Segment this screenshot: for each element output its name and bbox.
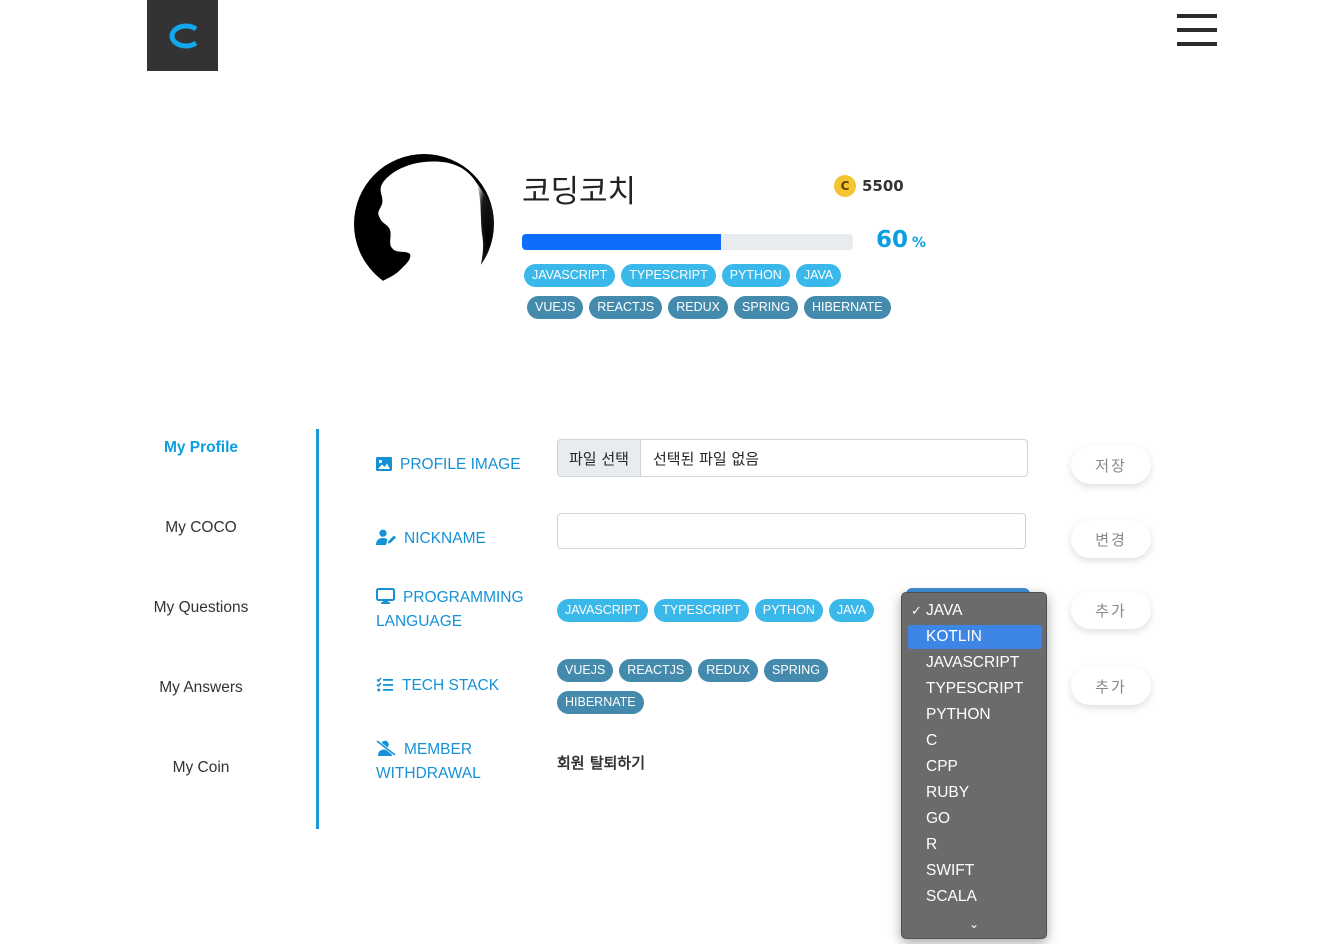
language-badge[interactable]: JAVASCRIPT	[557, 599, 649, 622]
choose-file-button[interactable]: 파일 선택	[558, 440, 641, 476]
checklist-icon	[376, 677, 393, 692]
tech-stack-label-text: TECH STACK	[402, 677, 500, 694]
tech-badges-row2: HIBERNATE	[557, 691, 644, 714]
tech-badge: VUEJS	[527, 296, 584, 319]
tech-badge[interactable]: REDUX	[698, 659, 759, 682]
language-badge[interactable]: PYTHON	[754, 599, 823, 622]
dropdown-option-kotlin[interactable]: KOTLIN	[908, 625, 1042, 649]
progress-fill	[522, 234, 721, 250]
profile-image-label-text: PROFILE IMAGE	[400, 456, 521, 473]
member-withdrawal-label: MEMBER WITHDRAWAL	[376, 738, 481, 786]
progress-bar	[522, 234, 853, 250]
save-image-button[interactable]: 저장	[1071, 446, 1151, 484]
logo-c-icon	[169, 23, 197, 48]
coin-icon: C	[834, 175, 856, 197]
scroll-down-chevron-icon[interactable]: ⌄	[902, 917, 1046, 931]
tech-stack-label: TECH STACK	[376, 674, 499, 698]
hamburger-menu-icon[interactable]	[1177, 14, 1217, 46]
nickname-label: NICKNAME	[376, 527, 486, 551]
tech-badge[interactable]: VUEJS	[557, 659, 614, 682]
dropdown-option-java[interactable]: ✓ JAVA	[908, 599, 1042, 623]
change-nickname-button[interactable]: 변경	[1071, 520, 1151, 558]
progress-unit: %	[912, 235, 927, 251]
profile-nickname: 코딩코치	[522, 174, 637, 210]
add-tech-button[interactable]: 추가	[1071, 667, 1151, 705]
add-language-button[interactable]: 추가	[1071, 591, 1151, 629]
tech-badge: REACTJS	[589, 296, 663, 319]
dropdown-option-swift[interactable]: SWIFT	[908, 859, 1042, 883]
language-badges: JAVASCRIPT TYPESCRIPT PYTHON JAVA	[557, 599, 875, 622]
language-dropdown-menu[interactable]: ✓ JAVA KOTLIN JAVASCRIPT TYPESCRIPT PYTHO…	[901, 592, 1047, 939]
progress-value: 60	[876, 227, 909, 253]
dropdown-option-c[interactable]: C	[908, 729, 1042, 753]
language-badge[interactable]: TYPESCRIPT	[654, 599, 749, 622]
dropdown-option-javascript[interactable]: JAVASCRIPT	[908, 651, 1042, 675]
programming-language-label-line1: PROGRAMMING	[403, 589, 524, 606]
language-badge: TYPESCRIPT	[621, 264, 716, 287]
member-withdrawal-label-line1: MEMBER	[404, 741, 473, 758]
withdraw-button[interactable]: 회원 탈퇴하기	[557, 752, 645, 773]
coin-balance: C 5500	[834, 175, 904, 197]
check-icon: ✓	[911, 603, 922, 618]
tech-badge: HIBERNATE	[803, 296, 891, 319]
language-badge: PYTHON	[721, 264, 790, 287]
language-badge[interactable]: JAVA	[828, 599, 875, 622]
member-withdrawal-label-line2: WITHDRAWAL	[376, 765, 481, 782]
nickname-input[interactable]	[557, 513, 1026, 549]
programming-language-label-line2: LANGUAGE	[376, 613, 463, 630]
tech-badge: SPRING	[734, 296, 798, 319]
avatar	[354, 154, 494, 294]
tech-badge[interactable]: HIBERNATE	[557, 691, 644, 714]
sidebar-divider	[316, 429, 319, 829]
image-icon	[375, 456, 393, 472]
language-badge: JAVA	[795, 264, 842, 287]
language-badge: JAVASCRIPT	[524, 264, 616, 287]
dropdown-option-r[interactable]: R	[908, 833, 1042, 857]
sidebar-item-my-coco[interactable]: My COCO	[140, 519, 262, 537]
progress-percent: 60%	[876, 227, 926, 253]
profile-page: 코딩코치 C 5500 60% JAVASCRIPT TYPESCRIPT PY…	[0, 0, 1334, 944]
dropdown-option-scala[interactable]: SCALA	[908, 885, 1042, 909]
tech-badge[interactable]: REACTJS	[619, 659, 693, 682]
dropdown-option-python[interactable]: PYTHON	[908, 703, 1042, 727]
dropdown-option-cpp[interactable]: CPP	[908, 755, 1042, 779]
profile-image-file-input[interactable]: 파일 선택 선택된 파일 없음	[557, 439, 1028, 477]
tech-badge[interactable]: SPRING	[764, 659, 828, 682]
sidebar-item-my-answers[interactable]: My Answers	[140, 679, 262, 697]
tech-badge: REDUX	[668, 296, 729, 319]
sidebar-item-my-questions[interactable]: My Questions	[140, 599, 262, 617]
dropdown-option-typescript[interactable]: TYPESCRIPT	[908, 677, 1042, 701]
profile-image-label: PROFILE IMAGE	[375, 453, 521, 477]
sidebar-item-my-profile[interactable]: My Profile	[140, 439, 262, 457]
coin-amount: 5500	[862, 177, 904, 195]
dropdown-option-ruby[interactable]: RUBY	[908, 781, 1042, 805]
header-language-badges: JAVASCRIPT TYPESCRIPT PYTHON JAVA	[524, 264, 842, 287]
nickname-label-text: NICKNAME	[404, 530, 486, 547]
dropdown-option-go[interactable]: GO	[908, 807, 1042, 831]
user-edit-icon	[376, 529, 396, 545]
programming-language-label: PROGRAMMING LANGUAGE	[376, 586, 524, 634]
logo[interactable]	[147, 0, 218, 71]
monitor-icon	[376, 588, 395, 604]
tech-badges-row1: VUEJS REACTJS REDUX SPRING	[557, 659, 828, 682]
user-slash-icon	[376, 739, 396, 757]
file-status: 선택된 파일 없음	[652, 449, 760, 468]
sidebar-item-my-coin[interactable]: My Coin	[140, 759, 262, 777]
header-tech-badges: VUEJS REACTJS REDUX SPRING HIBERNATE	[527, 296, 891, 319]
